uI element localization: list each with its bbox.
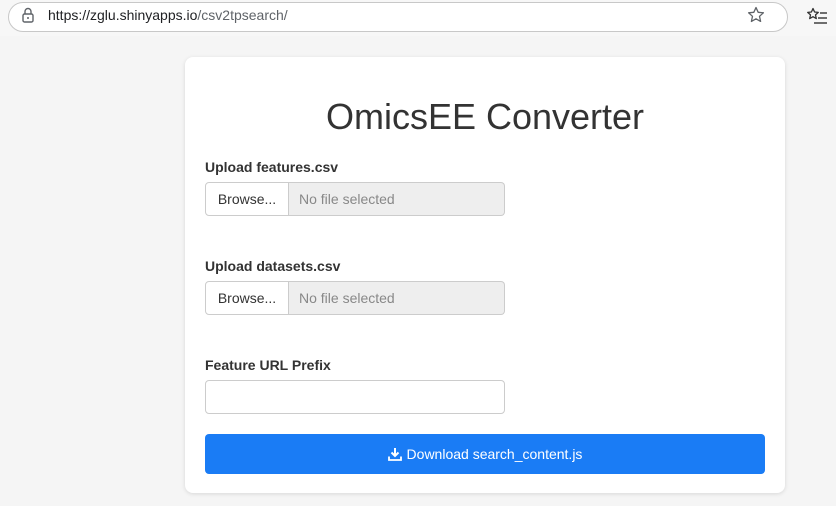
url-prefix-input[interactable] — [205, 380, 505, 414]
download-button[interactable]: Download search_content.js — [205, 434, 765, 474]
url-text[interactable]: https://zglu.shinyapps.io/csv2tpsearch/ — [48, 7, 288, 23]
url-prefix-label: Feature URL Prefix — [205, 357, 331, 373]
star-icon[interactable] — [746, 5, 766, 25]
lock-icon[interactable] — [19, 6, 37, 24]
features-file-input[interactable]: Browse... No file selected — [205, 182, 505, 216]
features-upload-label: Upload features.csv — [205, 159, 339, 175]
url-path: /csv2tpsearch/ — [197, 7, 288, 23]
favorites-icon[interactable] — [806, 6, 828, 26]
datasets-file-status[interactable]: No file selected — [289, 281, 505, 315]
features-file-status[interactable]: No file selected — [289, 182, 505, 216]
page-title: OmicsEE Converter — [325, 96, 645, 137]
converter-panel: OmicsEE Converter Upload features.csv Br… — [185, 57, 785, 493]
download-button-label: Download search_content.js — [406, 446, 583, 462]
download-icon — [387, 448, 402, 461]
datasets-upload-label: Upload datasets.csv — [205, 258, 341, 274]
datasets-browse-button[interactable]: Browse... — [205, 281, 289, 315]
features-browse-button[interactable]: Browse... — [205, 182, 289, 216]
browser-toolbar: https://zglu.shinyapps.io/csv2tpsearch/ — [0, 0, 836, 36]
datasets-file-input[interactable]: Browse... No file selected — [205, 281, 505, 315]
url-host: https://zglu.shinyapps.io — [48, 7, 198, 23]
